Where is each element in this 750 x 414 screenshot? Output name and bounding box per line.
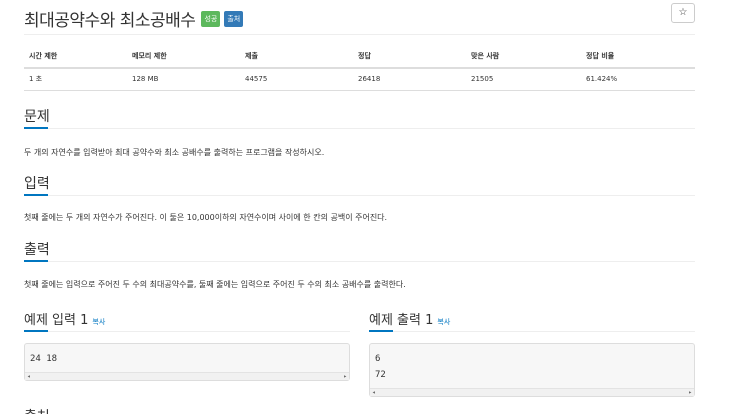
problem-info-table: 시간 제한 메모리 제한 제출 정답 맞은 사람 정답 비율 1 초 128 M… [24, 44, 695, 91]
sample-input-heading: 예제 입력 1 복사 [24, 309, 105, 328]
input-accent [24, 194, 48, 196]
header-time-limit: 시간 제한 [24, 44, 127, 69]
header-solved-users: 맞은 사람 [466, 44, 581, 69]
sample-input-box[interactable]: 24 18 ◂ ▸ [24, 343, 350, 381]
sample-input-title: 예제 입력 1 [24, 313, 89, 328]
time-limit-value: 1 초 [24, 68, 127, 91]
scroll-right-icon[interactable]: ▸ [688, 389, 692, 397]
table-header-row: 시간 제한 메모리 제한 제출 정답 맞은 사람 정답 비율 [24, 44, 695, 69]
sample-output-copy-button[interactable]: 복사 [437, 318, 450, 326]
problem-description: 두 개의 자연수를 입력받아 최대 공약수와 최소 공배수를 출력하는 프로그램… [24, 148, 325, 157]
scroll-left-icon[interactable]: ◂ [27, 373, 31, 381]
success-badge[interactable]: 성공 [201, 11, 221, 27]
sample-output-title: 예제 출력 1 [369, 313, 434, 328]
problem-heading: 문제 [24, 109, 50, 125]
submissions-value: 44575 [240, 68, 353, 91]
sample-output-scrollbar[interactable]: ◂ ▸ [370, 388, 694, 396]
sample-input-copy-button[interactable]: 복사 [92, 318, 105, 326]
sample-output-accent [369, 330, 393, 332]
scroll-left-icon[interactable]: ◂ [372, 389, 376, 397]
header-accept-ratio: 정답 비율 [581, 44, 695, 69]
output-divider [24, 261, 695, 262]
solved-users-value: 21505 [466, 68, 581, 91]
problem-accent [24, 127, 48, 129]
source-badge[interactable]: 출처 [224, 11, 244, 27]
output-heading: 출력 [24, 242, 50, 258]
problem-divider [24, 128, 695, 129]
sample-output-divider [369, 331, 695, 332]
input-divider [24, 195, 695, 196]
problem-title: 최대공약수와 최소공배수 [24, 10, 196, 31]
source-heading: 출처 [24, 406, 50, 414]
input-heading: 입력 [24, 176, 50, 192]
accept-ratio-value: 61.424% [581, 68, 695, 91]
sample-output-heading: 예제 출력 1 복사 [369, 309, 450, 328]
sample-input-accent [24, 330, 48, 332]
memory-limit-value: 128 MB [127, 68, 240, 91]
sample-input-divider [24, 331, 350, 332]
star-button[interactable]: ☆ [671, 3, 695, 23]
sample-output-box[interactable]: 6 72 ◂ ▸ [369, 343, 695, 397]
scroll-right-icon[interactable]: ▸ [343, 373, 347, 381]
problem-header: 최대공약수와 최소공배수 성공 출처 [24, 5, 244, 31]
header-submissions: 제출 [240, 44, 353, 69]
input-description: 첫째 줄에는 두 개의 자연수가 주어진다. 이 둘은 10,000이하의 자연… [24, 213, 388, 222]
table-row: 1 초 128 MB 44575 26418 21505 61.424% [24, 68, 695, 91]
title-divider [24, 34, 695, 35]
sample-output-content: 6 72 [375, 354, 386, 380]
sample-input-scrollbar[interactable]: ◂ ▸ [25, 372, 349, 380]
output-accent [24, 260, 48, 262]
header-memory-limit: 메모리 제한 [127, 44, 240, 69]
header-accepted: 정답 [353, 44, 466, 69]
accepted-value: 26418 [353, 68, 466, 91]
star-icon: ☆ [678, 7, 688, 18]
sample-input-content: 24 18 [30, 354, 58, 364]
output-description: 첫째 줄에는 입력으로 주어진 두 수의 최대공약수를, 둘째 줄에는 입력으로… [24, 280, 406, 289]
